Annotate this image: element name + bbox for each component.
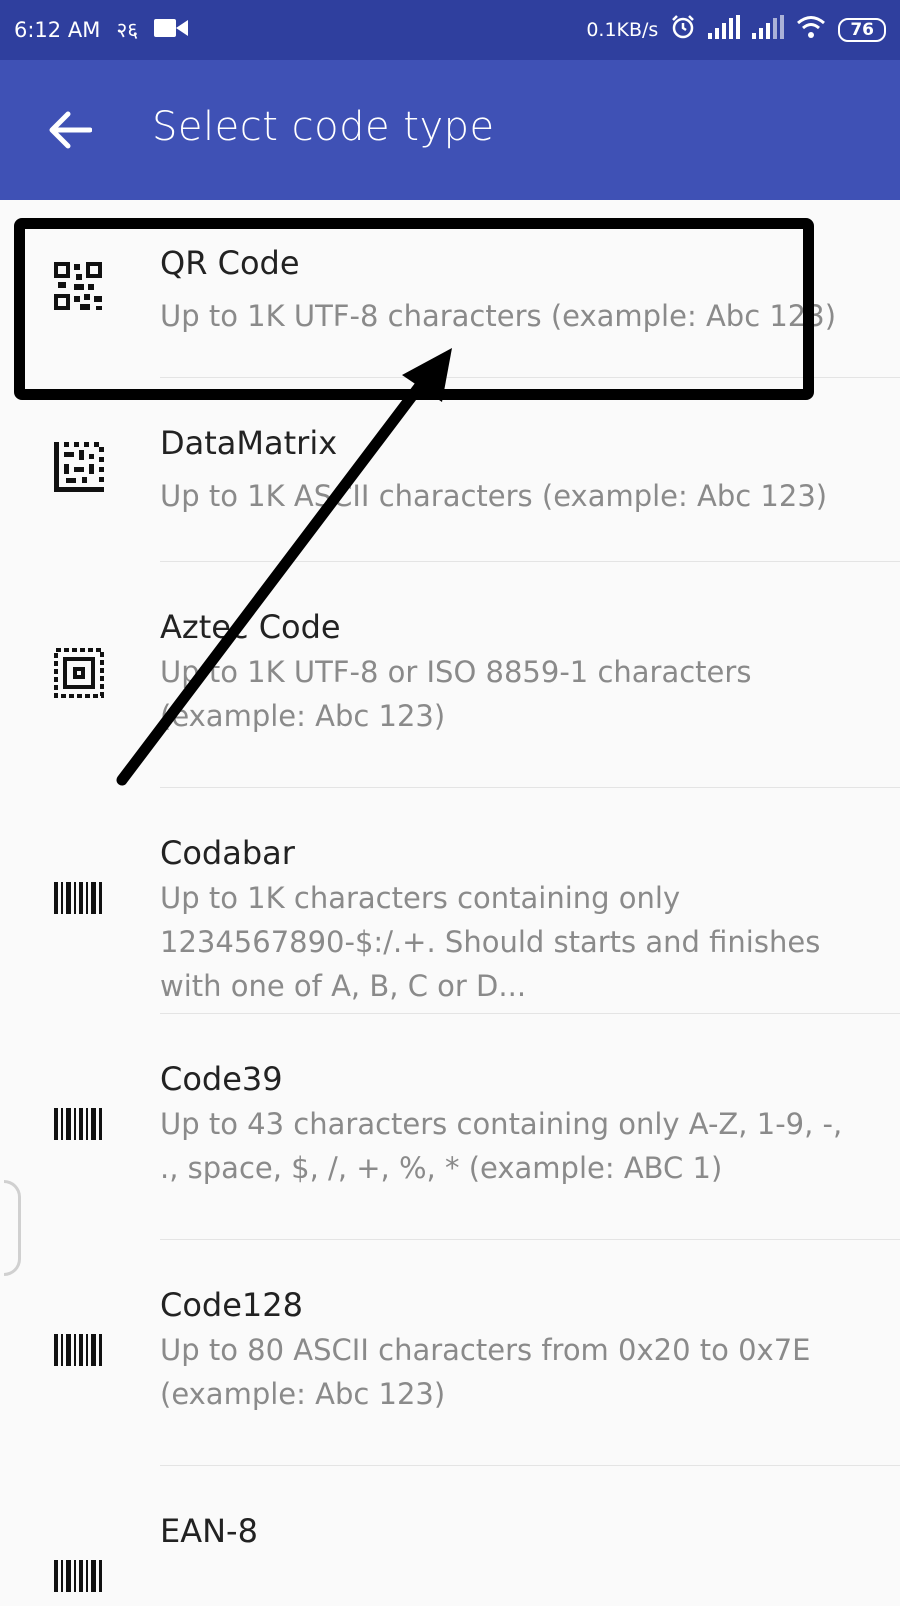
barcode-icon [54, 1552, 104, 1602]
item-title: Aztec Code [160, 608, 341, 646]
status-left: 6:12 AM २६ [14, 16, 189, 44]
item-description: Up to 43 characters containing only A-Z,… [160, 1107, 843, 1185]
datamatrix-icon [54, 442, 104, 492]
wifi-icon [796, 15, 826, 44]
barcode-icon [54, 1100, 104, 1150]
status-time: 6:12 AM [14, 18, 101, 42]
list-item-aztec-code[interactable]: Aztec Code Up to 1K UTF-8 or ISO 8859-1 … [0, 562, 900, 788]
list-item-code128[interactable]: Code128 Up to 80 ASCII characters from 0… [0, 1240, 900, 1466]
aztec-code-icon [54, 648, 104, 698]
item-title: DataMatrix [160, 424, 338, 462]
alarm-icon [670, 14, 696, 45]
item-description: Up to 1K UTF-8 or ISO 8859-1 characters … [160, 655, 752, 733]
status-bar: 6:12 AM २६ 0.1KB/s 76 [0, 0, 900, 60]
code-type-list: QR Code Up to 1K UTF-8 characters (examp… [0, 200, 900, 1606]
scroll-handle[interactable] [4, 1180, 21, 1276]
item-description: Up to 1K characters containing only 1234… [160, 881, 821, 1003]
list-item-codabar[interactable]: Codabar Up to 1K characters containing o… [0, 788, 900, 1014]
list-item-datamatrix[interactable]: DataMatrix Up to 1K ASCII characters (ex… [0, 378, 900, 562]
app-bar: Select code type [0, 60, 900, 200]
status-carrier-text: २६ [116, 18, 139, 42]
highlight-box-annotation [14, 218, 814, 400]
network-speed: 0.1KB/s [586, 18, 659, 41]
item-title: Code39 [160, 1060, 283, 1098]
signal-icon [708, 15, 741, 44]
item-title: EAN-8 [160, 1512, 258, 1550]
item-description: Up to 80 ASCII characters from 0x20 to 0… [160, 1333, 811, 1411]
video-camera-icon [154, 17, 189, 44]
battery-indicator: 76 [838, 17, 886, 42]
barcode-icon [54, 1326, 104, 1376]
item-description: Up to 1K ASCII characters (example: Abc … [160, 479, 828, 513]
item-title: Code128 [160, 1286, 303, 1324]
item-title: Codabar [160, 834, 295, 872]
list-item-ean-8[interactable]: EAN-8 [0, 1466, 900, 1606]
signal-icon-secondary [752, 15, 785, 44]
back-button[interactable] [40, 100, 100, 160]
list-item-code39[interactable]: Code39 Up to 43 characters containing on… [0, 1014, 900, 1240]
page-title: Select code type [152, 104, 495, 150]
status-right: 0.1KB/s 76 [586, 14, 886, 45]
barcode-icon [54, 874, 104, 924]
arrow-left-icon [49, 111, 92, 149]
